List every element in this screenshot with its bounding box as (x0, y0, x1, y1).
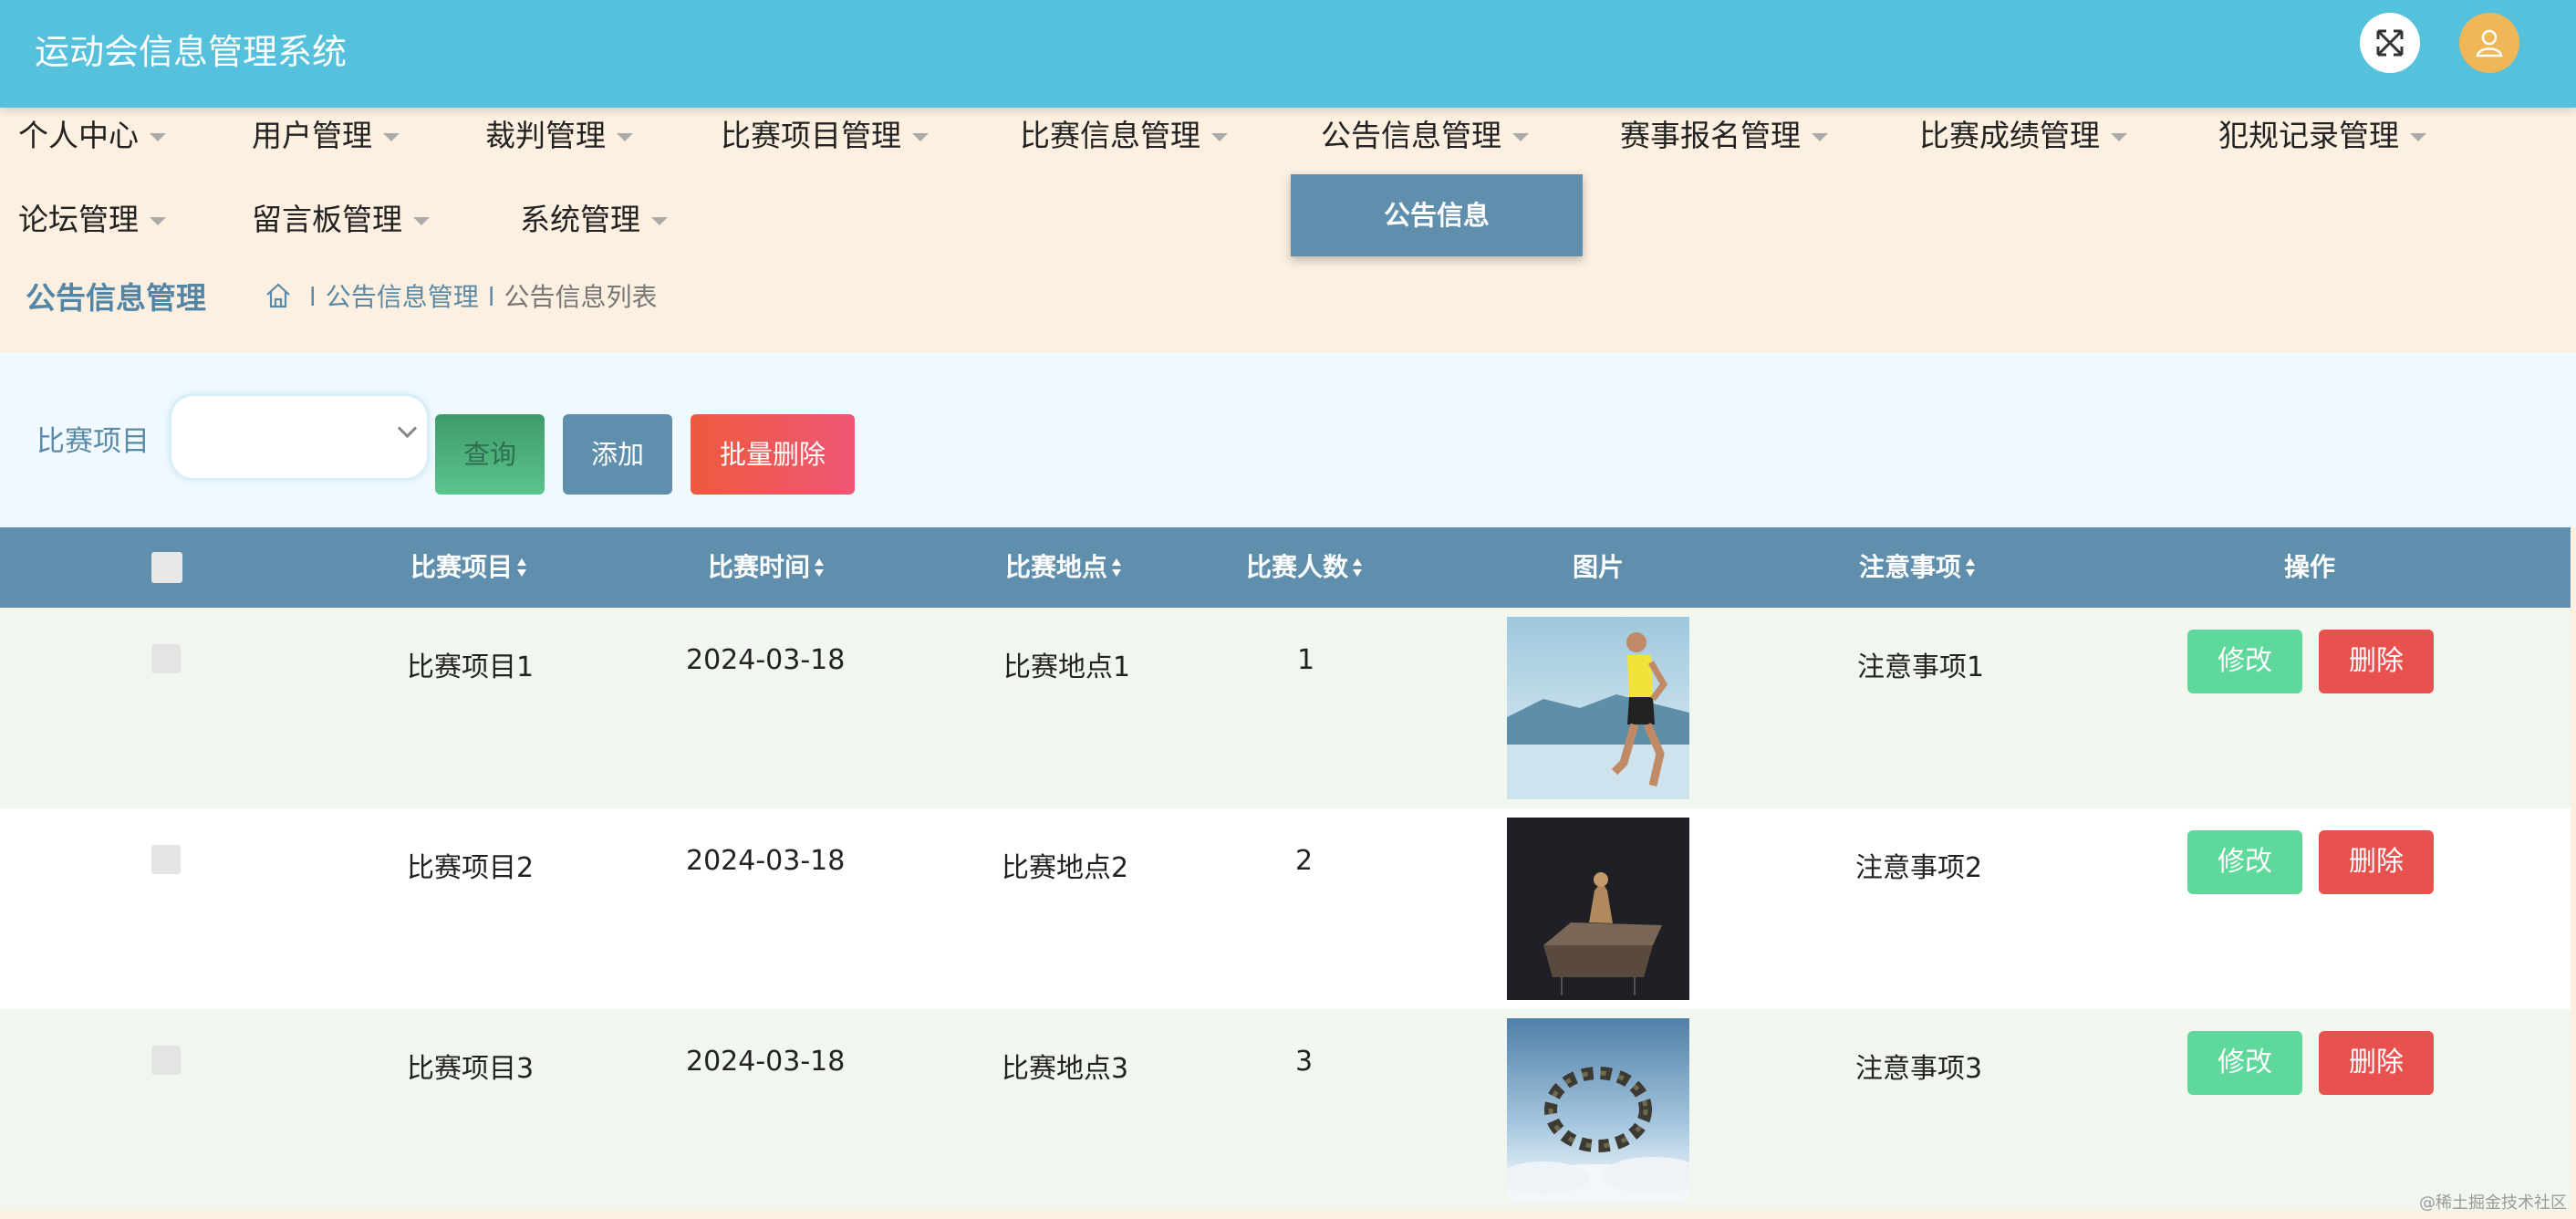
edit-button[interactable]: 修改 (2187, 630, 2302, 693)
breadcrumb: l 公告信息管理 l 公告信息列表 (265, 277, 658, 314)
breadcrumb-bar: 公告信息管理 l 公告信息管理 l 公告信息列表 (0, 243, 2576, 352)
menu-item-fouls[interactable]: 犯规记录管理 (2218, 111, 2426, 155)
expand-arrows-icon (2376, 29, 2404, 57)
row-checkbox[interactable] (151, 1046, 181, 1075)
announcements-dropdown: 公告信息 (1291, 174, 1583, 256)
menu-item-match-info[interactable]: 比赛信息管理 (1020, 111, 1228, 155)
breadcrumb-separator: l (487, 282, 495, 312)
announcement-table: 比赛项目 比赛时间 比赛地点 比赛人数 图片 注意事项 操作 比赛项目1 202… (0, 527, 2571, 1210)
cell-project: 比赛项目1 (407, 651, 535, 683)
menu-item-registration[interactable]: 赛事报名管理 (1620, 111, 1828, 155)
caret-down-icon (651, 217, 668, 225)
table-row: 比赛项目1 2024-03-18 比赛地点1 1 注意事项1 修改 删除 (0, 608, 2571, 808)
query-button[interactable]: 查询 (435, 414, 545, 495)
watermark: @稀土掘金技术社区 (2419, 1193, 2567, 1213)
sort-icon[interactable] (1111, 557, 1122, 579)
main-menu: 个人中心 用户管理 裁判管理 比赛项目管理 比赛信息管理 公告信息管理 赛事报名… (0, 108, 2576, 243)
user-avatar-button[interactable] (2459, 13, 2519, 73)
delete-button[interactable]: 删除 (2319, 630, 2434, 693)
sort-icon[interactable] (1965, 557, 1976, 579)
cell-time: 2024-03-18 (686, 845, 846, 877)
cell-count: 3 (1295, 1046, 1314, 1078)
select-all-checkbox[interactable] (151, 552, 182, 583)
dark-stage-photo[interactable] (1507, 818, 1689, 1000)
row-checkbox[interactable] (151, 845, 181, 874)
app-title: 运动会信息管理系统 (35, 32, 348, 72)
menu-item-users[interactable]: 用户管理 (252, 111, 400, 155)
breadcrumb-level1[interactable]: 公告信息管理 (326, 282, 479, 312)
menu-item-announcements[interactable]: 公告信息管理 (1321, 111, 1529, 155)
table-header: 比赛项目 比赛时间 比赛地点 比赛人数 图片 注意事项 操作 (0, 527, 2571, 608)
menu-item-referees[interactable]: 裁判管理 (485, 111, 633, 155)
table-row: 比赛项目3 2024-03-18 比赛地点3 3 注意事项3 修改 删除 (0, 1009, 2571, 1210)
cell-place: 比赛地点1 (1003, 651, 1131, 683)
col-image: 图片 (1573, 552, 1625, 582)
sort-icon[interactable] (1352, 557, 1363, 579)
cell-project: 比赛项目3 (407, 1053, 535, 1085)
col-count[interactable]: 比赛人数 (1246, 527, 1363, 608)
page-title: 公告信息管理 (26, 280, 206, 316)
cell-time: 2024-03-18 (686, 644, 846, 676)
breadcrumb-separator: l (308, 282, 317, 312)
caret-down-icon (2111, 133, 2127, 141)
delete-button[interactable]: 删除 (2319, 830, 2434, 894)
menu-item-personal-center[interactable]: 个人中心 (18, 111, 166, 155)
search-label: 比赛项目 (36, 425, 150, 458)
table-row: 比赛项目2 2024-03-18 比赛地点2 2 注意事项2 修改 删除 (0, 808, 2571, 1009)
bulk-delete-button[interactable]: 批量删除 (691, 414, 855, 495)
cell-count: 1 (1297, 644, 1315, 676)
col-actions: 操作 (2284, 552, 2336, 582)
runner-photo[interactable] (1507, 617, 1689, 799)
menu-item-scores[interactable]: 比赛成绩管理 (1919, 111, 2127, 155)
col-project[interactable]: 比赛项目 (410, 527, 527, 608)
cell-time: 2024-03-18 (686, 1046, 846, 1078)
col-notes[interactable]: 注意事项 (1859, 527, 1976, 608)
col-time[interactable]: 比赛时间 (708, 527, 825, 608)
sort-icon[interactable] (516, 557, 527, 579)
cell-count: 2 (1295, 845, 1314, 877)
caret-down-icon (1211, 133, 1228, 141)
fullscreen-button[interactable] (2360, 13, 2420, 73)
cell-notes: 注意事项1 (1857, 651, 1985, 683)
breadcrumb-current: 公告信息列表 (504, 282, 658, 312)
col-place[interactable]: 比赛地点 (1005, 527, 1122, 608)
dropdown-item-announcements[interactable]: 公告信息 (1291, 174, 1583, 256)
event-select[interactable] (170, 394, 429, 480)
cell-place: 比赛地点2 (1002, 852, 1129, 884)
menu-item-message-board[interactable]: 留言板管理 (252, 195, 430, 239)
search-bar: 比赛项目 查询 添加 批量删除 (0, 352, 2576, 527)
cell-place: 比赛地点3 (1002, 1053, 1129, 1085)
skydivers-photo[interactable] (1507, 1018, 1689, 1201)
caret-down-icon (617, 133, 633, 141)
add-button[interactable]: 添加 (563, 414, 672, 495)
edit-button[interactable]: 修改 (2187, 1031, 2302, 1095)
chevron-down-icon (397, 418, 418, 439)
menu-item-system[interactable]: 系统管理 (520, 195, 668, 239)
edit-button[interactable]: 修改 (2187, 830, 2302, 894)
row-checkbox[interactable] (151, 644, 181, 673)
home-icon[interactable] (265, 282, 292, 309)
app-header: 运动会信息管理系统 (0, 0, 2576, 108)
menu-item-events[interactable]: 比赛项目管理 (721, 111, 929, 155)
caret-down-icon (413, 217, 430, 225)
caret-down-icon (1812, 133, 1828, 141)
cell-notes: 注意事项3 (1855, 1053, 1983, 1085)
sort-icon[interactable] (814, 557, 825, 579)
caret-down-icon (150, 217, 166, 225)
caret-down-icon (383, 133, 400, 141)
user-avatar-icon (2476, 29, 2503, 57)
cell-notes: 注意事项2 (1855, 852, 1983, 884)
delete-button[interactable]: 删除 (2319, 1031, 2434, 1095)
menu-item-forum[interactable]: 论坛管理 (18, 195, 166, 239)
cell-project: 比赛项目2 (407, 852, 535, 884)
caret-down-icon (912, 133, 929, 141)
caret-down-icon (2410, 133, 2426, 141)
caret-down-icon (1512, 133, 1529, 141)
caret-down-icon (150, 133, 166, 141)
